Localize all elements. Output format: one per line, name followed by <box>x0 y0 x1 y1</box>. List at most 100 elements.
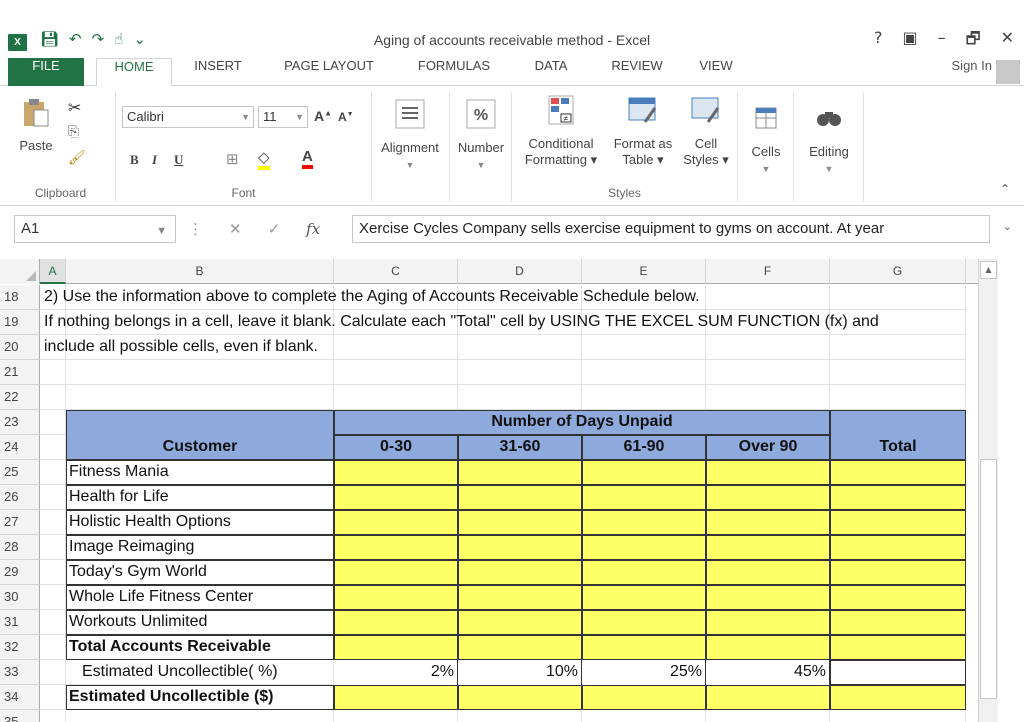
input-cell[interactable] <box>334 560 458 585</box>
row-header[interactable]: 29 <box>0 560 40 585</box>
grid-cell[interactable] <box>582 710 706 722</box>
input-cell[interactable] <box>830 585 966 610</box>
grid-cell[interactable] <box>334 360 458 385</box>
collapse-ribbon-icon[interactable]: ⌃ <box>1000 182 1010 196</box>
grid-cell[interactable] <box>40 360 66 385</box>
worksheet-grid[interactable]: A B C D E F G 18 19 20 21 22 23 24 25 26 27 28 29 30… <box>0 259 978 722</box>
pct-total-cell[interactable] <box>830 660 966 685</box>
grid-cell[interactable] <box>706 335 830 360</box>
input-cell[interactable] <box>582 510 706 535</box>
avatar[interactable] <box>996 60 1020 84</box>
row-header[interactable]: 22 <box>0 385 40 410</box>
grid-cell[interactable] <box>40 685 66 710</box>
row-header[interactable]: 18 <box>0 285 40 310</box>
tab-formulas[interactable]: FORMULAS <box>404 58 504 86</box>
input-cell[interactable] <box>334 510 458 535</box>
grid-cell[interactable] <box>66 360 334 385</box>
grid-cell[interactable] <box>334 385 458 410</box>
paste-button[interactable]: Paste <box>14 96 58 154</box>
fill-color-icon[interactable]: ◇ <box>258 148 270 170</box>
tab-insert[interactable]: INSERT <box>182 58 254 86</box>
row-header[interactable]: 32 <box>0 635 40 660</box>
input-cell[interactable] <box>706 560 830 585</box>
grid-cell[interactable] <box>334 335 458 360</box>
copy-icon[interactable]: ⎘ <box>68 124 79 140</box>
column-header-e[interactable]: E <box>582 259 706 284</box>
tab-review[interactable]: REVIEW <box>600 58 674 86</box>
grid-cell[interactable] <box>458 710 582 722</box>
grid-cell[interactable] <box>66 385 334 410</box>
grid-cell[interactable] <box>40 610 66 635</box>
italic-button[interactable]: I <box>152 152 157 168</box>
tab-home[interactable]: HOME <box>96 58 172 87</box>
grid-cell[interactable] <box>582 360 706 385</box>
input-cell[interactable] <box>458 460 582 485</box>
input-cell[interactable] <box>582 485 706 510</box>
grid-cell[interactable] <box>830 710 966 722</box>
row-header[interactable]: 27 <box>0 510 40 535</box>
insert-function-icon[interactable]: fx <box>306 220 320 238</box>
grid-cell[interactable] <box>706 285 830 310</box>
input-cell[interactable] <box>706 685 830 710</box>
tab-file[interactable]: FILE <box>8 58 84 86</box>
font-size-input[interactable]: 11 ▼ <box>258 106 308 128</box>
input-cell[interactable] <box>830 560 966 585</box>
input-cell[interactable] <box>582 560 706 585</box>
column-header-b[interactable]: B <box>66 259 334 284</box>
grid-cell[interactable] <box>830 335 966 360</box>
formula-input[interactable]: Xercise Cycles Company sells exercise eq… <box>352 215 990 243</box>
row-header[interactable]: 30 <box>0 585 40 610</box>
select-all-button[interactable] <box>0 259 40 284</box>
grid-cell[interactable] <box>582 335 706 360</box>
vertical-scrollbar[interactable]: ▲ <box>978 259 998 722</box>
grid-cell[interactable] <box>706 360 830 385</box>
row-header[interactable]: 34 <box>0 685 40 710</box>
tab-view[interactable]: VIEW <box>688 58 744 86</box>
grid-cell[interactable] <box>458 335 582 360</box>
number-button[interactable]: % Number ▼ <box>450 98 512 173</box>
grid-cell[interactable] <box>40 485 66 510</box>
row-header[interactable]: 25 <box>0 460 40 485</box>
grid-cell[interactable] <box>706 385 830 410</box>
minimize-icon[interactable]: – <box>938 28 946 55</box>
column-header-a[interactable]: A <box>40 259 66 284</box>
input-cell[interactable] <box>706 585 830 610</box>
grid-cell[interactable] <box>40 460 66 485</box>
input-cell[interactable] <box>830 610 966 635</box>
input-cell[interactable] <box>458 510 582 535</box>
input-cell[interactable] <box>458 535 582 560</box>
input-cell[interactable] <box>334 460 458 485</box>
expand-formula-icon[interactable]: ⌄ <box>1003 220 1012 233</box>
grid-cell[interactable] <box>706 710 830 722</box>
input-cell[interactable] <box>830 685 966 710</box>
row-header[interactable]: 21 <box>0 360 40 385</box>
row-header[interactable]: 28 <box>0 535 40 560</box>
grid-cell[interactable] <box>40 435 66 460</box>
grid-cell[interactable] <box>40 635 66 660</box>
grid-cell[interactable] <box>66 710 334 722</box>
grid-cell[interactable] <box>334 710 458 722</box>
scroll-thumb[interactable] <box>980 459 997 699</box>
grid-cell[interactable] <box>40 410 66 435</box>
input-cell[interactable] <box>334 585 458 610</box>
input-cell[interactable] <box>458 635 582 660</box>
input-cell[interactable] <box>582 585 706 610</box>
input-cell[interactable] <box>458 585 582 610</box>
input-cell[interactable] <box>830 535 966 560</box>
grow-font-icon[interactable]: A▲ <box>314 108 332 124</box>
input-cell[interactable] <box>706 635 830 660</box>
tab-data[interactable]: DATA <box>520 58 582 86</box>
grid-cell[interactable] <box>40 710 66 722</box>
grid-cell[interactable] <box>830 285 966 310</box>
editing-button[interactable]: Editing ▼ <box>794 102 864 177</box>
row-header[interactable]: 31 <box>0 610 40 635</box>
input-cell[interactable] <box>334 485 458 510</box>
scroll-up-icon[interactable]: ▲ <box>980 261 997 279</box>
format-as-table-button[interactable]: Format as Table ▾ <box>608 94 678 168</box>
borders-icon[interactable]: ⊞ <box>226 150 239 168</box>
input-cell[interactable] <box>458 485 582 510</box>
input-cell[interactable] <box>706 610 830 635</box>
input-cell[interactable] <box>458 610 582 635</box>
underline-button[interactable]: U <box>174 152 183 168</box>
ribbon-display-icon[interactable]: ▣ <box>902 28 917 55</box>
